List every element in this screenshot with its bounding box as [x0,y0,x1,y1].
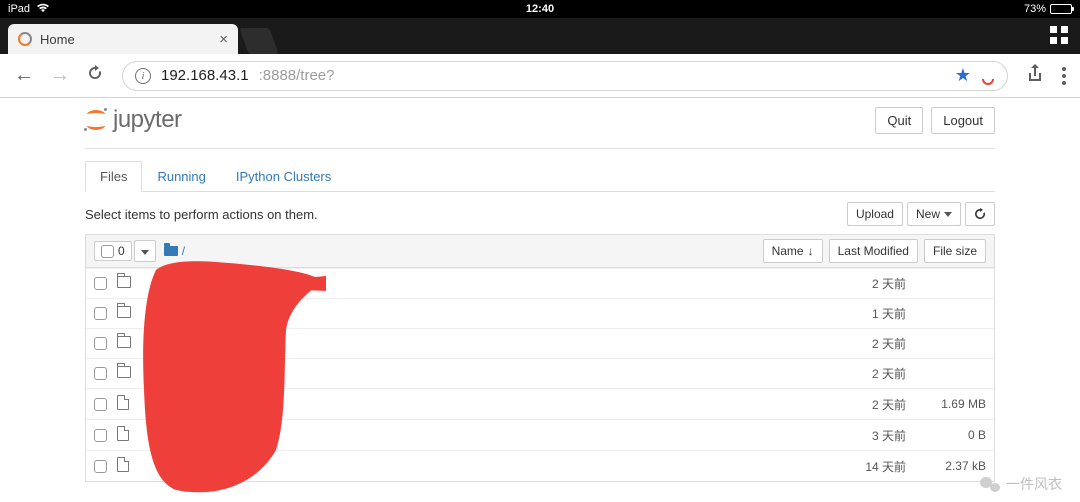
jupyter-brand-text: jupyter [113,106,182,134]
folder-icon [164,246,178,256]
file-icon [117,457,133,475]
list-item[interactable]: 2 天前1.69 MB [86,388,994,419]
list-item[interactable]: 2 天前 [86,358,994,388]
row-checkbox[interactable] [94,460,107,473]
item-size: 0 B [906,428,986,442]
item-modified: 2 天前 [786,335,906,352]
tab-title: Home [40,32,75,47]
notebook-tabs: Files Running IPython Clusters [85,161,995,192]
close-tab-icon[interactable]: × [219,31,228,48]
new-tab-button[interactable] [239,28,278,54]
browser-tab-strip: Home × [0,18,1080,54]
chevron-down-icon [944,212,952,217]
wechat-icon [980,475,1000,493]
breadcrumb-root: / [182,244,185,258]
tab-clusters[interactable]: IPython Clusters [221,161,346,192]
share-icon[interactable] [1026,63,1044,88]
select-all-checkbox[interactable] [101,245,114,258]
sort-modified[interactable]: Last Modified [829,239,918,263]
row-checkbox[interactable] [94,337,107,350]
item-modified: 14 天前 [786,458,906,475]
item-modified: 1 天前 [786,305,906,322]
file-toolbar: Select items to perform actions on them.… [85,202,995,226]
tab-files[interactable]: Files [85,161,142,192]
item-modified: 2 天前 [786,275,906,292]
refresh-button[interactable] [965,202,995,226]
wifi-icon [36,3,50,16]
item-size: 2.37 kB [906,459,986,473]
wechat-watermark: 一件风衣 [980,474,1062,494]
folder-icon [117,366,133,381]
url-rest: :8888/tree? [259,67,335,84]
jupyter-header: jupyter Quit Logout [85,98,995,149]
list-header: 0 / Name ↓ Last Modified File size [85,234,995,268]
select-menu[interactable] [134,240,156,262]
arrow-down-icon: ↓ [808,244,814,258]
quit-button[interactable]: Quit [875,107,923,134]
watermark-text: 一件风衣 [1006,474,1062,494]
file-icon [117,426,133,444]
sort-name[interactable]: Name ↓ [763,239,823,263]
url-host: 192.168.43.1 [161,67,249,84]
row-checkbox[interactable] [94,367,107,380]
selection-hint: Select items to perform actions on them. [85,207,847,222]
battery-icon [1050,4,1072,14]
folder-icon [117,306,133,321]
jupyter-logo[interactable]: jupyter [85,106,182,134]
forward-button[interactable]: → [50,64,68,87]
tabs-overview-icon[interactable] [1050,26,1068,44]
list-item[interactable]: 2 天前 [86,328,994,358]
folder-icon [117,336,133,351]
item-modified: 2 天前 [786,365,906,382]
sort-size[interactable]: File size [924,239,986,263]
address-bar[interactable]: i 192.168.43.1 :8888/tree? ★ [122,61,1008,91]
list-item[interactable]: 14 天前2.37 kB [86,450,994,481]
jupyter-favicon [18,32,32,46]
item-size: 1.69 MB [906,397,986,411]
row-checkbox[interactable] [94,429,107,442]
clock: 12:40 [526,3,554,15]
file-icon [117,395,133,413]
device-label: iPad [8,3,30,15]
site-info-icon[interactable]: i [135,68,151,84]
row-checkbox[interactable] [94,307,107,320]
browser-tab[interactable]: Home × [8,24,238,54]
list-item[interactable]: 2 天前 [86,268,994,298]
chevron-down-icon [141,250,149,255]
breadcrumb[interactable]: / [164,244,185,258]
row-checkbox[interactable] [94,398,107,411]
ipad-status-bar: iPad 12:40 73% [0,0,1080,18]
upload-button[interactable]: Upload [847,202,903,226]
list-item[interactable]: 3 天前0 B [86,419,994,450]
browser-menu-icon[interactable] [1062,67,1066,85]
bookmark-star-icon[interactable]: ★ [955,65,971,86]
item-modified: 2 天前 [786,396,906,413]
new-dropdown[interactable]: New [907,202,961,226]
battery-percent: 73% [1024,3,1046,15]
logout-button[interactable]: Logout [931,107,995,134]
select-count: 0 [118,244,125,258]
select-all[interactable]: 0 [94,241,132,261]
tab-running[interactable]: Running [142,161,220,192]
item-modified: 3 天前 [786,427,906,444]
row-checkbox[interactable] [94,277,107,290]
back-button[interactable]: ← [14,64,32,87]
folder-icon [117,276,133,291]
browser-toolbar: ← → i 192.168.43.1 :8888/tree? ★ [0,54,1080,98]
voice-search-icon[interactable] [981,67,995,85]
list-item[interactable]: 1 天前 [86,298,994,328]
file-list: 2 天前1 天前2 天前2 天前2 天前1.69 MB3 天前0 B14 天前2… [85,268,995,482]
reload-button[interactable] [86,64,104,88]
